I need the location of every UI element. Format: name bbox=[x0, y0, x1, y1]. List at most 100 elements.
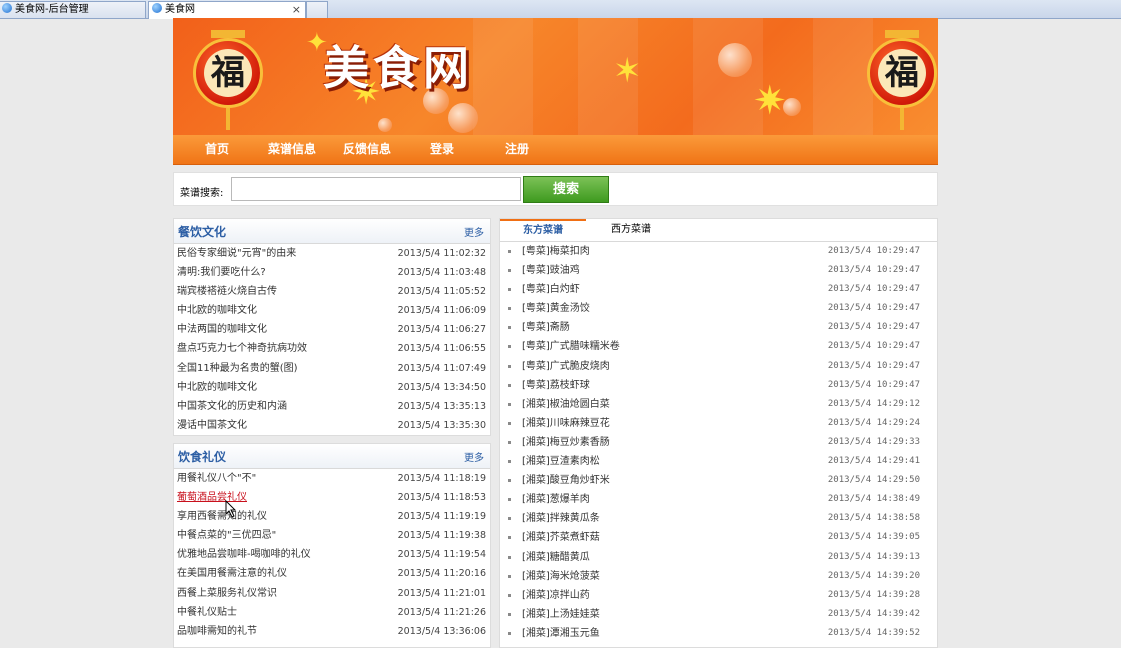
etiquette-more-link[interactable]: 更多 bbox=[464, 449, 484, 464]
item-title-link[interactable]: 漫话中国茶文化 bbox=[177, 416, 247, 435]
list-item[interactable]: 瑞宾楼褡裢火烧自古传 2013/5/4 11:05:52 bbox=[174, 282, 490, 301]
recipe-title-link[interactable]: [粤菜]豉油鸡 bbox=[522, 261, 580, 280]
recipe-item[interactable]: [湘菜]糖醋黄瓜 2013/5/4 14:39:13 bbox=[500, 548, 937, 567]
recipe-item[interactable]: [湘菜]上汤娃娃菜 2013/5/4 14:39:42 bbox=[500, 605, 937, 624]
search-button[interactable]: 搜索 bbox=[523, 176, 609, 203]
list-item[interactable]: 在美国用餐需注意的礼仪 2013/5/4 11:20:16 bbox=[174, 564, 490, 583]
recipe-title-link[interactable]: [湘菜]椒油炝圆白菜 bbox=[522, 395, 610, 414]
recipe-date: 2013/5/4 14:39:13 bbox=[827, 551, 920, 562]
item-title-link[interactable]: 民俗专家细说"元宵"的由来 bbox=[177, 244, 296, 263]
item-title-link[interactable]: 优雅地品尝咖啡-喝咖啡的礼仪 bbox=[177, 545, 311, 564]
list-item[interactable]: 全国11种最为名贵的蟹(图) 2013/5/4 11:07:49 bbox=[174, 359, 490, 378]
recipe-item[interactable]: [湘菜]豆渣素肉松 2013/5/4 14:29:41 bbox=[500, 452, 937, 471]
recipe-item[interactable]: [湘菜]梅豆炒素香肠 2013/5/4 14:29:33 bbox=[500, 433, 937, 452]
nav-register[interactable]: 注册 bbox=[479, 135, 555, 164]
recipe-title-link[interactable]: [粤菜]黄金汤饺 bbox=[522, 299, 590, 318]
recipe-title-link[interactable]: [湘菜]拌辣黄瓜条 bbox=[522, 509, 600, 528]
star-icon: ✷ bbox=[753, 78, 787, 124]
item-title-link[interactable]: 在美国用餐需注意的礼仪 bbox=[177, 564, 287, 583]
item-title-link[interactable]: 中北欧的咖啡文化 bbox=[177, 378, 257, 397]
list-item[interactable]: 用餐礼仪八个"不" 2013/5/4 11:18:19 bbox=[174, 469, 490, 488]
recipe-title-link[interactable]: [湘菜]酸豆角炒虾米 bbox=[522, 471, 610, 490]
list-item[interactable]: 中北欧的咖啡文化 2013/5/4 13:34:50 bbox=[174, 378, 490, 397]
recipe-title-link[interactable]: [湘菜]海米炝菠菜 bbox=[522, 567, 600, 586]
culture-more-link[interactable]: 更多 bbox=[464, 224, 484, 239]
recipe-title-link[interactable]: [湘菜]川味麻辣豆花 bbox=[522, 414, 610, 433]
recipe-item[interactable]: [湘菜]凉拌山药 2013/5/4 14:39:28 bbox=[500, 586, 937, 605]
nav-feedback[interactable]: 反馈信息 bbox=[329, 135, 405, 164]
item-title-link[interactable]: 全国11种最为名贵的蟹(图) bbox=[177, 359, 298, 378]
recipe-title-link[interactable]: [湘菜]上汤娃娃菜 bbox=[522, 605, 600, 624]
recipe-date: 2013/5/4 14:29:12 bbox=[827, 398, 920, 409]
list-item[interactable]: 中餐点菜的"三优四忌" 2013/5/4 11:19:38 bbox=[174, 526, 490, 545]
recipe-title-link[interactable]: [湘菜]芥菜煮虾菇 bbox=[522, 528, 600, 547]
item-title-link[interactable]: 中餐点菜的"三优四忌" bbox=[177, 526, 276, 545]
list-item[interactable]: 清明:我们要吃什么? 2013/5/4 11:03:48 bbox=[174, 263, 490, 282]
recipe-title-link[interactable]: [粤菜]广式腊味糯米卷 bbox=[522, 337, 620, 356]
item-title-link[interactable]: 中北欧的咖啡文化 bbox=[177, 301, 257, 320]
recipe-item[interactable]: [湘菜]芥菜煮虾菇 2013/5/4 14:39:05 bbox=[500, 528, 937, 547]
list-item[interactable]: 漫话中国茶文化 2013/5/4 13:35:30 bbox=[174, 416, 490, 435]
recipe-item[interactable]: [粤菜]白灼虾 2013/5/4 10:29:47 bbox=[500, 280, 937, 299]
item-title-link[interactable]: 瑞宾楼褡裢火烧自古传 bbox=[177, 282, 277, 301]
recipe-item[interactable]: [粤菜]豉油鸡 2013/5/4 10:29:47 bbox=[500, 261, 937, 280]
recipe-item[interactable]: [湘菜]潭湘玉元鱼 2013/5/4 14:39:52 bbox=[500, 624, 937, 643]
search-input[interactable] bbox=[231, 177, 521, 201]
nav-login[interactable]: 登录 bbox=[404, 135, 480, 164]
list-item[interactable]: 民俗专家细说"元宵"的由来 2013/5/4 11:02:32 bbox=[174, 244, 490, 263]
recipe-title-link[interactable]: [粤菜]广式脆皮烧肉 bbox=[522, 357, 610, 376]
list-item[interactable]: 西餐上菜服务礼仪常识 2013/5/4 11:21:01 bbox=[174, 584, 490, 603]
tab-western-recipes[interactable]: 西方菜谱 bbox=[588, 219, 674, 241]
tab-eastern-recipes[interactable]: 东方菜谱 bbox=[500, 219, 586, 241]
recipe-title-link[interactable]: [粤菜]斋肠 bbox=[522, 318, 570, 337]
nav-recipes[interactable]: 菜谱信息 bbox=[254, 135, 330, 164]
recipe-item[interactable]: [粤菜]广式腊味糯米卷 2013/5/4 10:29:47 bbox=[500, 337, 937, 356]
recipe-date: 2013/5/4 10:29:47 bbox=[827, 379, 920, 390]
search-label: 菜谱搜索: bbox=[180, 188, 224, 199]
recipe-title-link[interactable]: [湘菜]糖醋黄瓜 bbox=[522, 548, 590, 567]
recipe-title-link[interactable]: [湘菜]葱爆羊肉 bbox=[522, 490, 590, 509]
recipe-item[interactable]: [粤菜]梅菜扣肉 2013/5/4 10:29:47 bbox=[500, 242, 937, 261]
recipe-title-link[interactable]: [粤菜]荔枝虾球 bbox=[522, 376, 590, 395]
list-item[interactable]: 葡萄酒品尝礼仪 2013/5/4 11:18:53 bbox=[174, 488, 490, 507]
browser-tab-active[interactable]: 美食网 × bbox=[148, 1, 306, 19]
item-title-link[interactable]: 享用西餐需知的礼仪 bbox=[177, 507, 267, 526]
list-item[interactable]: 中北欧的咖啡文化 2013/5/4 11:06:09 bbox=[174, 301, 490, 320]
recipe-item[interactable]: [湘菜]酸豆角炒虾米 2013/5/4 14:29:50 bbox=[500, 471, 937, 490]
recipe-title-link[interactable]: [湘菜]豆渣素肉松 bbox=[522, 452, 600, 471]
item-title-link[interactable]: 中国茶文化的历史和内涵 bbox=[177, 397, 287, 416]
item-date: 2013/5/4 11:18:53 bbox=[397, 492, 486, 504]
bullet-icon bbox=[508, 288, 511, 292]
recipe-item[interactable]: [湘菜]川味麻辣豆花 2013/5/4 14:29:24 bbox=[500, 414, 937, 433]
recipe-item[interactable]: [粤菜]荔枝虾球 2013/5/4 10:29:47 bbox=[500, 376, 937, 395]
list-item[interactable]: 中国茶文化的历史和内涵 2013/5/4 13:35:13 bbox=[174, 397, 490, 416]
nav-home[interactable]: 首页 bbox=[179, 135, 255, 164]
item-title-link[interactable]: 清明:我们要吃什么? bbox=[177, 263, 266, 282]
recipe-title-link[interactable]: [粤菜]梅菜扣肉 bbox=[522, 242, 590, 261]
item-title-link[interactable]: 中餐礼仪贴士 bbox=[177, 603, 237, 622]
recipe-item[interactable]: [湘菜]椒油炝圆白菜 2013/5/4 14:29:12 bbox=[500, 395, 937, 414]
recipe-item[interactable]: [粤菜]广式脆皮烧肉 2013/5/4 10:29:47 bbox=[500, 357, 937, 376]
new-tab-button[interactable] bbox=[306, 1, 328, 18]
list-item[interactable]: 享用西餐需知的礼仪 2013/5/4 11:19:19 bbox=[174, 507, 490, 526]
close-tab-icon[interactable]: × bbox=[292, 2, 301, 17]
recipe-item[interactable]: [湘菜]海米炝菠菜 2013/5/4 14:39:20 bbox=[500, 567, 937, 586]
recipe-item[interactable]: [粤菜]斋肠 2013/5/4 10:29:47 bbox=[500, 318, 937, 337]
recipe-item[interactable]: [粤菜]黄金汤饺 2013/5/4 10:29:47 bbox=[500, 299, 937, 318]
item-title-link[interactable]: 中法两国的咖啡文化 bbox=[177, 320, 267, 339]
list-item[interactable]: 中餐礼仪贴士 2013/5/4 11:21:26 bbox=[174, 603, 490, 622]
item-title-link[interactable]: 用餐礼仪八个"不" bbox=[177, 469, 256, 488]
recipe-title-link[interactable]: [湘菜]梅豆炒素香肠 bbox=[522, 433, 610, 452]
recipe-title-link[interactable]: [粤菜]白灼虾 bbox=[522, 280, 580, 299]
list-item[interactable]: 中法两国的咖啡文化 2013/5/4 11:06:27 bbox=[174, 320, 490, 339]
browser-tab-admin[interactable]: 美食网-后台管理 bbox=[0, 1, 146, 18]
list-item[interactable]: 优雅地品尝咖啡-喝咖啡的礼仪 2013/5/4 11:19:54 bbox=[174, 545, 490, 564]
recipe-item[interactable]: [湘菜]拌辣黄瓜条 2013/5/4 14:38:58 bbox=[500, 509, 937, 528]
recipe-item[interactable]: [湘菜]葱爆羊肉 2013/5/4 14:38:49 bbox=[500, 490, 937, 509]
item-title-link[interactable]: 盘点巧克力七个神奇抗病功效 bbox=[177, 339, 307, 358]
recipe-title-link[interactable]: [湘菜]潭湘玉元鱼 bbox=[522, 624, 600, 643]
list-item[interactable]: 盘点巧克力七个神奇抗病功效 2013/5/4 11:06:55 bbox=[174, 339, 490, 358]
bullet-icon bbox=[508, 345, 511, 349]
recipe-title-link[interactable]: [湘菜]凉拌山药 bbox=[522, 586, 590, 605]
item-title-link[interactable]: 西餐上菜服务礼仪常识 bbox=[177, 584, 277, 603]
